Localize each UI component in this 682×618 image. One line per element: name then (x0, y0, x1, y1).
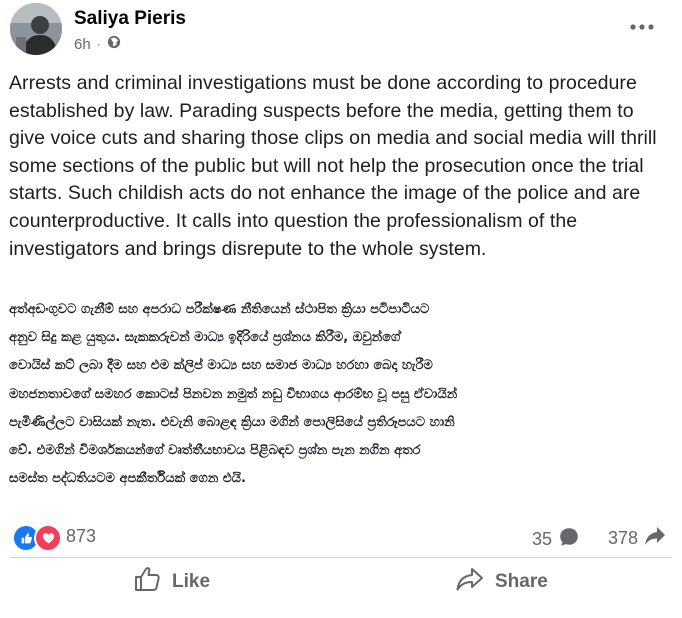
globe-icon[interactable] (107, 35, 121, 53)
post-meta: 6h · (74, 35, 121, 53)
comments-count-link[interactable]: 35 (532, 526, 580, 553)
like-button[interactable]: Like (134, 564, 210, 600)
sinhala-line: අනුව සිදු කළ යුතුය. සැකකරුවන් මාධ්‍ය ඉදි… (9, 330, 401, 346)
avatar-photo (10, 3, 62, 55)
comment-bubble-icon (558, 526, 580, 553)
sinhala-line: වේ. එමගින් විමර්ශකයන්ගේ වෘත්තීයභාවය පිළි… (9, 443, 421, 459)
comments-count: 35 (531, 529, 552, 549)
sinhala-line: වොයිස් කට් ලබා දීම සහ එම ක්ලිප් මාධ්‍ය ස… (9, 358, 433, 374)
sinhala-line: අත්අඩංගුවට ගැනීම් සහ අපරාධ පරීක්ෂණ නීතිය… (9, 302, 430, 317)
meta-separator: · (96, 37, 101, 51)
reaction-icons[interactable] (12, 524, 62, 552)
reactions-count[interactable]: 873 (66, 526, 96, 547)
share-label: Share (495, 571, 548, 592)
author-name[interactable]: Saliya Pieris (74, 8, 186, 30)
post-time[interactable]: 6h (74, 36, 91, 53)
shares-count-link[interactable]: 378 (608, 526, 666, 551)
post: Saliya Pieris 6h · Arrests and criminal … (0, 0, 682, 618)
shares-count: 378 (607, 528, 638, 548)
share-arrow-icon (644, 526, 666, 551)
love-reaction-icon (34, 524, 62, 552)
post-header: Saliya Pieris 6h · (10, 3, 672, 59)
reaction-bar: 873 35 378 (10, 524, 672, 553)
author-avatar[interactable] (10, 3, 62, 55)
like-label: Like (172, 571, 211, 592)
post-body-english: Arrests and criminal investigations must… (9, 72, 657, 260)
sinhala-line: මහජනතාවගේ සමහර කොටස් පිනවන නමුත් නඩු විභ… (9, 386, 458, 402)
post-actions: Like Share (0, 560, 682, 604)
actions-divider (10, 557, 672, 558)
post-body-sinhala: අත්අඩංගුවට ගැනීම් සහ අපරාධ පරීක්ෂණ නීතිය… (9, 296, 673, 493)
sinhala-line: සමස්ත පද්ධතියටම අපකීර්තියක් ගෙන එයි. (9, 471, 246, 487)
sinhala-line: පැමිණිල්ලට වාසියක් නැත. එවැනි බොළඳ ක්‍රි… (9, 414, 455, 430)
share-button[interactable]: Share (455, 564, 548, 600)
share-icon (455, 566, 485, 598)
like-thumb-icon (134, 566, 162, 598)
more-options-icon[interactable] (626, 15, 658, 39)
